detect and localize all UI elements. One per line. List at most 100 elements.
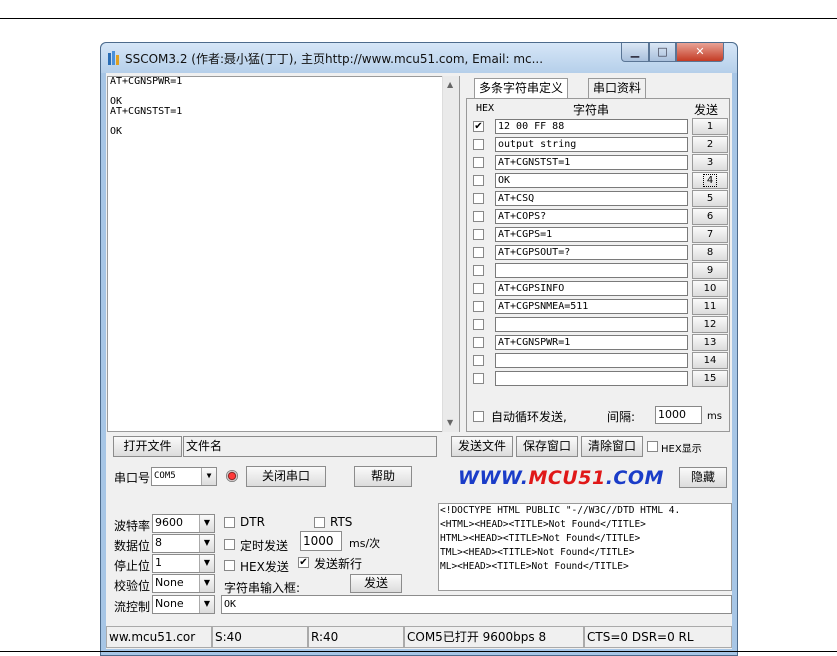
maximize-button[interactable]: □ bbox=[649, 43, 676, 62]
chevron-down-icon[interactable]: ▼ bbox=[199, 596, 214, 613]
string-field[interactable]: AT+COPS? bbox=[495, 209, 688, 224]
hex-checkbox[interactable] bbox=[473, 247, 484, 258]
receive-line: AT+CGNSTST=1 bbox=[110, 106, 183, 117]
string-field[interactable]: AT+CGNSPWR=1 bbox=[495, 335, 688, 350]
data-bits-select[interactable]: 8 ▼ bbox=[152, 534, 215, 553]
hex-checkbox[interactable] bbox=[473, 373, 484, 384]
stop-bits-select[interactable]: 1 ▼ bbox=[152, 554, 215, 573]
hex-send-checkbox[interactable] bbox=[224, 560, 235, 571]
dtr-checkbox[interactable] bbox=[224, 517, 235, 528]
send-button[interactable]: 14 bbox=[692, 352, 728, 369]
rts-checkbox[interactable] bbox=[314, 517, 325, 528]
scroll-down-icon[interactable]: ▼ bbox=[447, 418, 453, 427]
string-field[interactable]: AT+CGNSTST=1 bbox=[495, 155, 688, 170]
clear-window-button[interactable]: 清除窗口 bbox=[581, 436, 643, 457]
close-button[interactable]: ✕ bbox=[676, 43, 724, 62]
send-button[interactable]: 发送 bbox=[350, 574, 402, 593]
send-button[interactable]: 11 bbox=[692, 298, 728, 315]
parity-select[interactable]: None ▼ bbox=[152, 574, 215, 593]
string-input[interactable]: OK bbox=[221, 595, 732, 614]
baud-select[interactable]: 9600 ▼ bbox=[152, 514, 215, 533]
flow-control-select[interactable]: None ▼ bbox=[152, 595, 215, 614]
send-button[interactable]: 15 bbox=[692, 370, 728, 387]
hex-checkbox[interactable] bbox=[473, 139, 484, 150]
send-button[interactable]: 10 bbox=[692, 280, 728, 297]
interval-input[interactable]: 1000 bbox=[655, 406, 702, 424]
hex-checkbox[interactable] bbox=[473, 355, 484, 366]
send-button[interactable]: 12 bbox=[692, 316, 728, 333]
newline-send-checkbox[interactable]: ✔ bbox=[298, 557, 309, 568]
send-button[interactable]: 5 bbox=[692, 190, 728, 207]
hex-checkbox[interactable] bbox=[473, 301, 484, 312]
hex-send-label: HEX发送 bbox=[240, 560, 289, 574]
filename-field[interactable]: 文件名 bbox=[183, 436, 437, 457]
status-lines: CTS=0 DSR=0 RL bbox=[584, 626, 732, 648]
hex-checkbox[interactable] bbox=[473, 265, 484, 276]
receive-textarea[interactable]: AT+CGNSPWR=1 OK AT+CGNSTST=1 OK bbox=[107, 76, 460, 432]
string-field[interactable]: AT+CSQ bbox=[495, 191, 688, 206]
hex-checkbox[interactable] bbox=[473, 157, 484, 168]
chevron-down-icon[interactable]: ▼ bbox=[199, 535, 214, 552]
string-field[interactable] bbox=[495, 371, 688, 386]
hex-checkbox[interactable] bbox=[473, 193, 484, 204]
mcu51-logo[interactable]: WWW.MCU51.COM bbox=[458, 467, 664, 489]
save-window-button[interactable]: 保存窗口 bbox=[516, 436, 578, 457]
list-item: ✔ 12 00 FF 88 1 bbox=[471, 118, 729, 135]
baud-label: 波特率 bbox=[114, 519, 151, 533]
receive-scrollbar[interactable]: ▲ ▼ bbox=[442, 76, 459, 432]
string-field[interactable]: AT+CGPSOUT=? bbox=[495, 245, 688, 260]
timed-interval-input[interactable]: 1000 bbox=[300, 531, 342, 551]
tab-port-info[interactable]: 串口资料 bbox=[588, 78, 647, 98]
status-site: ww.mcu51.cor bbox=[106, 626, 212, 648]
port-select[interactable]: COM5 ▼ bbox=[151, 467, 217, 486]
hex-checkbox[interactable] bbox=[473, 283, 484, 294]
hex-checkbox[interactable] bbox=[473, 175, 484, 186]
string-field[interactable]: OK bbox=[495, 173, 688, 188]
chevron-down-icon[interactable]: ▼ bbox=[199, 555, 214, 572]
string-field[interactable]: AT+CGPSNMEA=511 bbox=[495, 299, 688, 314]
hex-checkbox[interactable] bbox=[473, 337, 484, 348]
timed-send-checkbox[interactable] bbox=[224, 539, 235, 550]
string-field[interactable] bbox=[495, 353, 688, 368]
send-button[interactable]: 7 bbox=[692, 226, 728, 243]
hex-checkbox[interactable] bbox=[473, 211, 484, 222]
send-button[interactable]: 13 bbox=[692, 334, 728, 351]
sscom-window: SSCOM3.2 (作者:聂小猛(丁丁), 主页http://www.mcu51… bbox=[100, 42, 738, 656]
html-output-area[interactable]: <!DOCTYPE HTML PUBLIC "-//W3C//DTD HTML … bbox=[438, 503, 732, 591]
string-field[interactable] bbox=[495, 263, 688, 278]
string-field[interactable] bbox=[495, 317, 688, 332]
receive-line bbox=[108, 117, 459, 127]
string-field[interactable]: 12 00 FF 88 bbox=[495, 119, 688, 134]
minimize-button[interactable]: ▁ bbox=[621, 43, 649, 62]
send-button[interactable]: 8 bbox=[692, 244, 728, 261]
hex-checkbox[interactable]: ✔ bbox=[473, 121, 484, 132]
help-button[interactable]: 帮助 bbox=[354, 466, 412, 487]
send-button[interactable]: 1 bbox=[692, 118, 728, 135]
title-bar[interactable]: SSCOM3.2 (作者:聂小猛(丁丁), 主页http://www.mcu51… bbox=[101, 43, 737, 73]
auto-loop-checkbox[interactable] bbox=[473, 411, 484, 422]
hex-display-checkbox[interactable] bbox=[647, 441, 658, 452]
string-field[interactable]: AT+CGPS=1 bbox=[495, 227, 688, 242]
hex-checkbox[interactable] bbox=[473, 229, 484, 240]
send-button[interactable]: 9 bbox=[692, 262, 728, 279]
timed-send-label: 定时发送 bbox=[240, 539, 289, 553]
string-field[interactable]: AT+CGPSINFO bbox=[495, 281, 688, 296]
send-button[interactable]: 3 bbox=[692, 154, 728, 171]
hide-button[interactable]: 隐藏 bbox=[679, 467, 727, 488]
send-button[interactable]: 4 bbox=[692, 172, 728, 189]
close-port-button[interactable]: 关闭串口 bbox=[246, 466, 326, 487]
send-file-button[interactable]: 发送文件 bbox=[451, 436, 513, 457]
list-item: AT+COPS? 6 bbox=[471, 208, 729, 225]
scroll-up-icon[interactable]: ▲ bbox=[447, 80, 453, 89]
open-file-button[interactable]: 打开文件 bbox=[113, 436, 182, 457]
client-area: AT+CGNSPWR=1 OK AT+CGNSTST=1 OK ▲ ▼ 多条字符… bbox=[106, 73, 732, 649]
tab-multi-string[interactable]: 多条字符串定义 bbox=[474, 78, 569, 98]
send-button[interactable]: 2 bbox=[692, 136, 728, 153]
chevron-down-icon[interactable]: ▼ bbox=[199, 575, 214, 592]
hex-checkbox[interactable] bbox=[473, 319, 484, 330]
port-status-icon bbox=[226, 470, 238, 482]
chevron-down-icon[interactable]: ▼ bbox=[199, 515, 214, 532]
send-button[interactable]: 6 bbox=[692, 208, 728, 225]
chevron-down-icon[interactable]: ▼ bbox=[201, 468, 216, 485]
string-field[interactable]: output string bbox=[495, 137, 688, 152]
